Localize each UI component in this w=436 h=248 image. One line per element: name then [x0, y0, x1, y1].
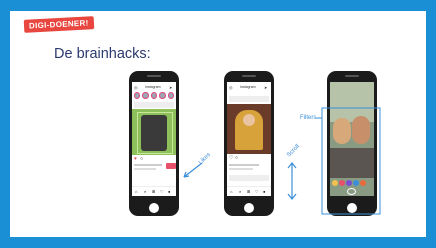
- digi-doener-badge: DIGI-DOENER!: [23, 16, 94, 33]
- add-icon[interactable]: ⊞: [247, 189, 250, 194]
- phone-speaker: [147, 75, 161, 77]
- send-icon: ➤: [169, 85, 173, 90]
- post-photo-border: [137, 112, 173, 154]
- phone-1: ◎ Instagram ➤ ♥ ○ ⌂ ⌕ ⊞ ♡ ●: [129, 71, 179, 216]
- story-avatar[interactable]: [159, 92, 166, 99]
- phone-speaker: [345, 75, 359, 77]
- home-icon[interactable]: ⌂: [230, 189, 232, 194]
- app-topbar: ◎ Instagram ➤: [227, 82, 271, 92]
- phone-2-screen: ◎ Instagram ➤ ♡ ○ ⌂ ⌕ ⊞ ♡ ●: [227, 82, 271, 196]
- scroll-label: Scroll: [286, 143, 301, 159]
- heart-icon[interactable]: ♥: [134, 156, 137, 162]
- heart-nav-icon[interactable]: ♡: [255, 189, 259, 194]
- home-icon[interactable]: ⌂: [135, 189, 137, 194]
- home-button[interactable]: [146, 200, 162, 216]
- story-avatar[interactable]: [167, 92, 175, 99]
- post-image[interactable]: [132, 109, 176, 155]
- heart-icon[interactable]: ♡: [229, 155, 233, 161]
- add-icon[interactable]: ⊞: [152, 189, 155, 194]
- slide: DIGI-DOENER! De brainhacks: ◎ Instagram …: [10, 11, 426, 237]
- post-actions: ♡ ○: [229, 155, 269, 161]
- app-title: Instagram: [240, 85, 256, 89]
- likes-label: Likes: [197, 151, 213, 167]
- post-caption: [134, 168, 156, 170]
- search-icon[interactable]: ⌕: [144, 189, 146, 194]
- heart-nav-icon[interactable]: ♡: [160, 189, 164, 194]
- phone-1-screen: ◎ Instagram ➤ ♥ ○ ⌂ ⌕ ⊞ ♡ ●: [132, 82, 176, 196]
- bottom-nav: ⌂ ⌕ ⊞ ♡ ●: [227, 186, 271, 196]
- comment-icon[interactable]: ○: [235, 155, 238, 161]
- post-header: [229, 96, 269, 102]
- phone-2: ◎ Instagram ➤ ♡ ○ ⌂ ⌕ ⊞ ♡ ●: [224, 71, 274, 216]
- post-header: [134, 102, 174, 108]
- filters-highlight: [316, 107, 381, 215]
- phone-speaker: [242, 75, 256, 77]
- post-actions: ♥ ○: [134, 156, 174, 162]
- slide-frame: DIGI-DOENER! De brainhacks: ◎ Instagram …: [0, 0, 436, 248]
- story-avatar[interactable]: [142, 92, 149, 99]
- comment-icon[interactable]: ○: [140, 156, 143, 162]
- scroll-arrow: [287, 162, 297, 200]
- app-title: Instagram: [145, 85, 161, 89]
- story-avatar[interactable]: [134, 92, 141, 99]
- bottom-nav: ⌂ ⌕ ⊞ ♡ ●: [132, 186, 176, 196]
- person-face: [243, 114, 255, 126]
- slide-title: De brainhacks:: [54, 46, 151, 62]
- story-avatar[interactable]: [150, 92, 158, 99]
- camera-icon: ◎: [229, 85, 233, 90]
- profile-icon[interactable]: ●: [168, 189, 170, 194]
- app-topbar: ◎ Instagram ➤: [132, 82, 176, 92]
- camera-icon: ◎: [134, 85, 138, 90]
- like-button[interactable]: [166, 163, 176, 169]
- post-caption: [134, 164, 162, 166]
- search-icon[interactable]: ⌕: [239, 189, 241, 194]
- post-caption: [229, 164, 259, 166]
- stories-row: [134, 92, 175, 100]
- send-icon: ➤: [264, 85, 268, 90]
- post-caption: [229, 168, 253, 170]
- profile-icon[interactable]: ●: [263, 189, 265, 194]
- post-image[interactable]: [227, 104, 271, 154]
- home-button[interactable]: [241, 200, 257, 216]
- next-post-header: [229, 175, 269, 181]
- filters-label: Filters: [300, 115, 317, 121]
